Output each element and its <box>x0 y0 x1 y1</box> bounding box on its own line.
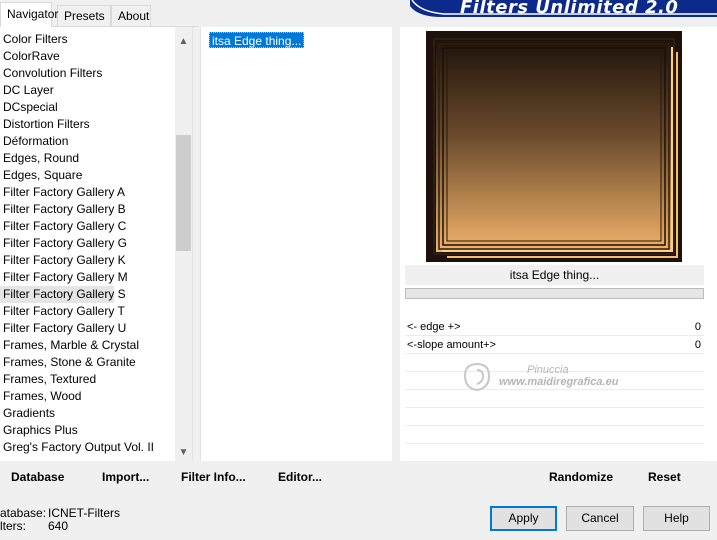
scroll-up-icon[interactable]: ▲ <box>175 33 192 50</box>
param-row-empty <box>405 428 704 444</box>
filters-count-label: lters: <box>0 519 27 533</box>
filters-count-value: 640 <box>48 519 69 533</box>
category-item[interactable]: Filter Factory Gallery K <box>0 252 174 269</box>
category-item[interactable]: Déformation <box>0 133 174 150</box>
param-row-slope[interactable]: <-slope amount+> 0 <box>405 338 704 354</box>
category-item[interactable]: Frames, Wood <box>0 388 174 405</box>
param-value: 0 <box>694 339 701 351</box>
scroll-down-icon[interactable]: ▼ <box>175 444 192 461</box>
tab-presets[interactable]: Presets <box>57 5 111 26</box>
import-button[interactable]: Import... <box>102 470 149 484</box>
tab-label: Navigator <box>7 7 59 21</box>
param-row-empty <box>405 392 704 408</box>
category-item[interactable]: DC Layer <box>0 82 174 99</box>
category-item[interactable]: Edges, Round <box>0 150 174 167</box>
scroll-thumb[interactable] <box>176 135 191 251</box>
category-item[interactable]: Filter Factory Gallery M <box>0 269 174 286</box>
param-label: <- edge +> <box>407 321 461 333</box>
param-label: <-slope amount+> <box>407 339 496 351</box>
preview-graphic <box>426 31 682 262</box>
category-item[interactable]: Color Filters <box>0 31 174 48</box>
param-row-empty <box>405 446 704 462</box>
database-button[interactable]: Database <box>11 470 64 484</box>
app-banner: Filters Unlimited 2.0 <box>402 0 717 18</box>
category-item[interactable]: Greg's Factory Output Vol. II <box>0 439 174 456</box>
category-item[interactable]: Filter Factory Gallery A <box>0 184 174 201</box>
category-item[interactable]: Convolution Filters <box>0 65 174 82</box>
preview-image <box>426 31 682 262</box>
database-value: ICNET-Filters <box>48 506 120 520</box>
filter-list[interactable]: itsa Edge thing... <box>200 27 392 461</box>
banner-title: Filters Unlimited 2.0 <box>460 0 679 18</box>
category-item[interactable]: Frames, Textured <box>0 371 174 388</box>
category-scrollbar[interactable]: ▲ ▼ <box>175 27 192 461</box>
category-item[interactable]: Filter Factory Gallery C <box>0 218 174 235</box>
category-item[interactable]: Edges, Square <box>0 167 174 184</box>
cancel-button[interactable]: Cancel <box>566 506 634 531</box>
filter-item-selected[interactable]: itsa Edge thing... <box>209 32 305 48</box>
tab-bar: Navigator Presets About <box>0 0 200 27</box>
tab-navigator[interactable]: Navigator <box>0 2 58 27</box>
category-item[interactable]: Filter Factory Gallery T <box>0 303 174 320</box>
category-item[interactable]: Gradients <box>0 405 174 422</box>
apply-button[interactable]: Apply <box>490 506 557 531</box>
help-button[interactable]: Help <box>643 506 710 531</box>
randomize-button[interactable]: Randomize <box>549 470 613 484</box>
category-item[interactable]: Filter Factory Gallery U <box>0 320 174 337</box>
watermark-name: Pinuccia <box>527 364 569 376</box>
preview-filter-name: itsa Edge thing... <box>405 265 704 285</box>
param-value: 0 <box>694 321 701 333</box>
watermark-url: www.maidiregrafica.eu <box>499 376 619 388</box>
category-list[interactable]: Color Filters ColorRave Convolution Filter… <box>0 27 193 461</box>
category-item[interactable]: ColorRave <box>0 48 174 65</box>
progress-bar <box>405 288 704 299</box>
category-item[interactable]: Frames, Marble & Crystal <box>0 337 174 354</box>
database-label: atabase: <box>0 506 47 520</box>
category-item[interactable]: Filter Factory Gallery B <box>0 201 174 218</box>
filter-info-button[interactable]: Filter Info... <box>181 470 246 484</box>
editor-button[interactable]: Editor... <box>278 470 322 484</box>
reset-button[interactable]: Reset <box>648 470 681 484</box>
watermark: Pinuccia www.maidiregrafica.eu <box>455 362 618 395</box>
category-item[interactable]: Filter Factory Gallery G <box>0 235 174 252</box>
param-row-edge[interactable]: <- edge +> 0 <box>405 320 704 336</box>
tab-about[interactable]: About <box>111 5 151 26</box>
category-item[interactable]: DCspecial <box>0 99 174 116</box>
category-item[interactable]: Distortion Filters <box>0 116 174 133</box>
category-item[interactable]: Graphics Plus <box>0 422 174 439</box>
watermark-logo <box>463 362 491 392</box>
tab-label: About <box>118 9 150 23</box>
param-row-empty <box>405 410 704 426</box>
category-item[interactable]: Frames, Stone & Granite <box>0 354 174 371</box>
category-item-selected[interactable]: Filter Factory Gallery S <box>0 286 126 303</box>
tab-label: Presets <box>64 9 105 23</box>
